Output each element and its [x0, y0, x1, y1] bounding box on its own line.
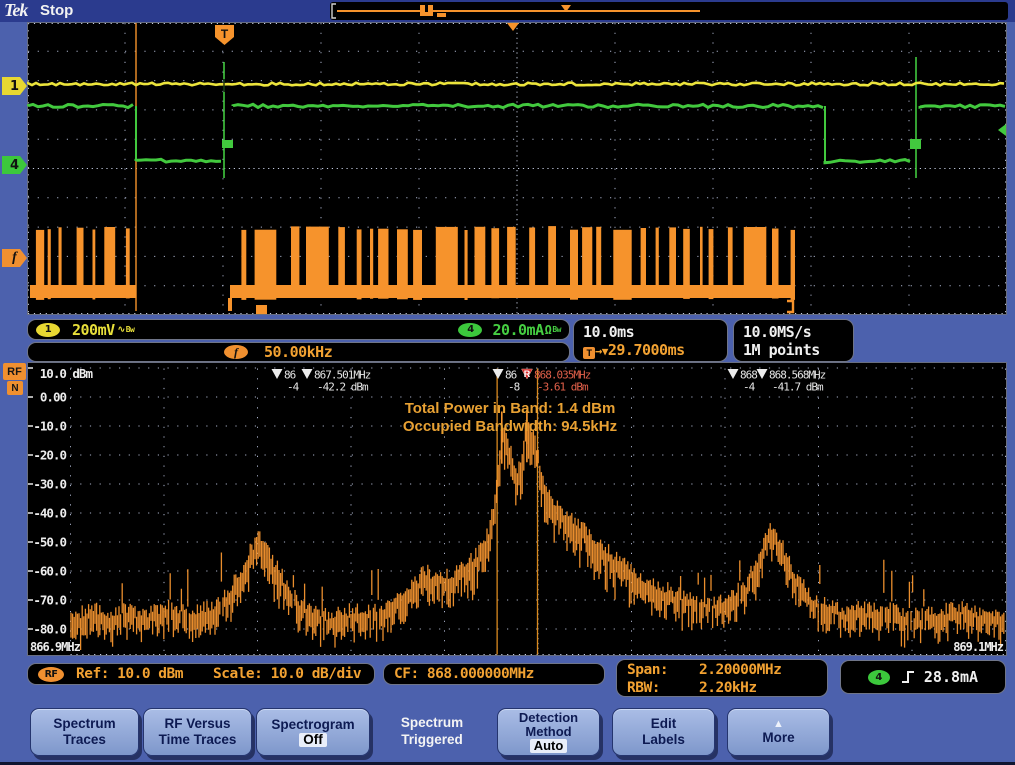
ch4-trace	[136, 159, 221, 162]
ch4-bandwidth-icon: Bw	[552, 325, 561, 334]
rbw-label: RBW:	[627, 679, 699, 697]
marker-amplitude-label: -8	[508, 381, 520, 394]
freq-axis-left-label: 866.9MHz	[30, 640, 80, 654]
time-domain-display: T	[27, 22, 1007, 315]
rf-ref-level-readout: Ref: 10.0 dBm	[76, 666, 183, 682]
svg-text:T: T	[221, 27, 229, 41]
spectrum-time-right-bracket	[787, 301, 793, 312]
rf-normal-trace-badge: N	[7, 381, 23, 395]
rf-versus-time-traces-button[interactable]: RF VersusTime Traces	[143, 708, 252, 756]
y-axis-tick-label: 0.00	[40, 390, 67, 405]
total-power-annotation: Total Power in Band: 1.4 dBm	[70, 400, 950, 418]
peak-marker	[302, 369, 313, 379]
trigger-readout-box: 4 28.8mA	[840, 660, 1006, 694]
more-button[interactable]: ▲ More	[727, 708, 830, 756]
spectrogram-button[interactable]: SpectrogramOff	[256, 708, 370, 756]
ch4-trace	[825, 160, 910, 163]
span-value: 2.20000MHz	[699, 662, 781, 678]
ch4-trace	[233, 104, 823, 107]
center-frequency-readout-box: CF: 868.000000MHz	[383, 663, 605, 685]
channel-readout-box: 1 200mV ∿ Bw 4 20.0mA Ω Bw	[27, 319, 570, 340]
y-axis-tick-label: -20.0	[33, 448, 66, 463]
svg-text:R: R	[524, 369, 531, 379]
rf-freq-trace-handle: f	[2, 249, 27, 267]
span-rbw-readout-box: Span:2.20000MHz RBW:2.20kHz	[616, 659, 828, 697]
ch4-trace	[920, 105, 1005, 108]
oscilloscope-screen: Tek Stop T 1 4 f 1 200mV ∿ Bw 4 20.0mA Ω…	[0, 0, 1015, 765]
center-frequency-readout: CF: 868.000000MHz	[394, 666, 534, 682]
spectrogram-state: Off	[299, 733, 327, 747]
spectrum-annotations: Total Power in Band: 1.4 dBm Occupied Ba…	[70, 400, 950, 436]
record-left-bracket	[332, 4, 336, 18]
ch4-right-edge-marker	[998, 124, 1006, 136]
y-axis-tick-label: -10.0	[33, 419, 66, 434]
marker-amplitude-label: -4	[287, 381, 300, 394]
rf-freq-badge: f	[224, 345, 248, 359]
arrow-icon: →	[595, 344, 602, 358]
header-bar: Tek Stop	[0, 0, 1015, 22]
spectrum-triggered-mode-label[interactable]: Spectrum Triggered	[376, 714, 488, 748]
y-axis-tick-label: -30.0	[33, 477, 66, 492]
softkey-menu-bar: SpectrumTraces RF VersusTime Traces Spec…	[0, 700, 1015, 765]
rf-freq-readout-box: f 50.00kHz	[27, 342, 570, 362]
detection-method-state: Auto	[530, 739, 568, 753]
freq-axis-right-label: 869.1MHz	[953, 640, 1003, 654]
ch1-scale-readout: 200mV	[72, 321, 115, 339]
detection-method-button[interactable]: DetectionMethodAuto	[497, 708, 600, 756]
trigger-position-readout: 29.7000ms	[608, 341, 685, 359]
peak-marker	[757, 369, 768, 379]
ch1-position-handle: 1	[2, 77, 27, 95]
edit-labels-button[interactable]: EditLabels	[612, 708, 715, 756]
svg-text:10.0 dBm: 10.0 dBm	[40, 366, 94, 381]
time-domain-graticule: T	[27, 22, 1007, 315]
ch1-coupling-icon: ∿	[118, 325, 125, 335]
trigger-source-badge: 4	[868, 670, 890, 685]
ch1-badge: 1	[36, 323, 60, 337]
peak-marker	[728, 369, 739, 379]
rising-edge-icon	[900, 669, 918, 685]
span-label: Span:	[627, 661, 699, 679]
ch1-bandwidth-icon: Bw	[126, 325, 135, 334]
rf-vertical-readout-box: RF Ref: 10.0 dBm Scale: 10.0 dB/div	[27, 663, 375, 685]
ch4-badge: 4	[458, 323, 482, 337]
ch1-trace	[28, 83, 1004, 86]
spectrum-time-left-bracket	[256, 305, 267, 314]
marker-amplitude-label: -41.7 dBm	[772, 381, 824, 394]
spectrum-traces-button[interactable]: SpectrumTraces	[30, 708, 139, 756]
marker-amplitude-label: -42.2 dBm	[317, 381, 369, 394]
ch4-position-handle: 4	[2, 156, 27, 174]
y-axis-tick-label: -80.0	[33, 622, 66, 637]
tek-logo: Tek	[4, 0, 27, 21]
record-view-graphic	[330, 2, 1008, 20]
rf-badge: RF	[38, 667, 64, 682]
record-length-readout: 1M points	[743, 341, 844, 359]
rf-channel-badge: RF	[3, 363, 26, 380]
occupied-bandwidth-annotation: Occupied Bandwidth: 94.5kHz	[70, 418, 950, 436]
chevron-up-icon: ▲	[773, 718, 784, 730]
y-axis-tick-label: -50.0	[33, 535, 66, 550]
trigger-level-readout: 28.8mA	[924, 668, 978, 686]
rf-burst-trace	[30, 226, 795, 314]
y-axis-tick-label: -70.0	[33, 593, 66, 608]
y-axis-tick-label: -60.0	[33, 564, 66, 579]
horizontal-scale: 10.0ms	[583, 323, 718, 341]
ch4-trace	[28, 104, 133, 107]
rbw-value: 2.20kHz	[699, 680, 757, 696]
peak-marker	[272, 369, 283, 379]
sample-rate-readout: 10.0MS/s	[743, 323, 844, 341]
acquisition-status: Stop	[40, 2, 73, 19]
y-axis-tick-label: -40.0	[33, 506, 66, 521]
horizontal-readout-box: 10.0ms T→▼29.7000ms	[573, 319, 728, 362]
rf-freq-scale-readout: 50.00kHz	[264, 343, 332, 361]
trigger-position-marker	[507, 23, 519, 31]
trigger-t-icon: T	[583, 347, 595, 359]
record-view-strip	[330, 2, 1008, 20]
ch4-scale-readout: 20.0mA	[492, 321, 543, 339]
peak-marker	[493, 369, 504, 379]
marker-amplitude-label: -3.61 dBm	[537, 381, 589, 394]
marker-amplitude-label: -4	[743, 381, 756, 394]
acquisition-readout-box: 10.0MS/s 1M points	[733, 319, 854, 362]
ch4-impedance-icon: Ω	[545, 323, 552, 337]
rf-scale-readout: Scale: 10.0 dB/div	[213, 666, 361, 682]
